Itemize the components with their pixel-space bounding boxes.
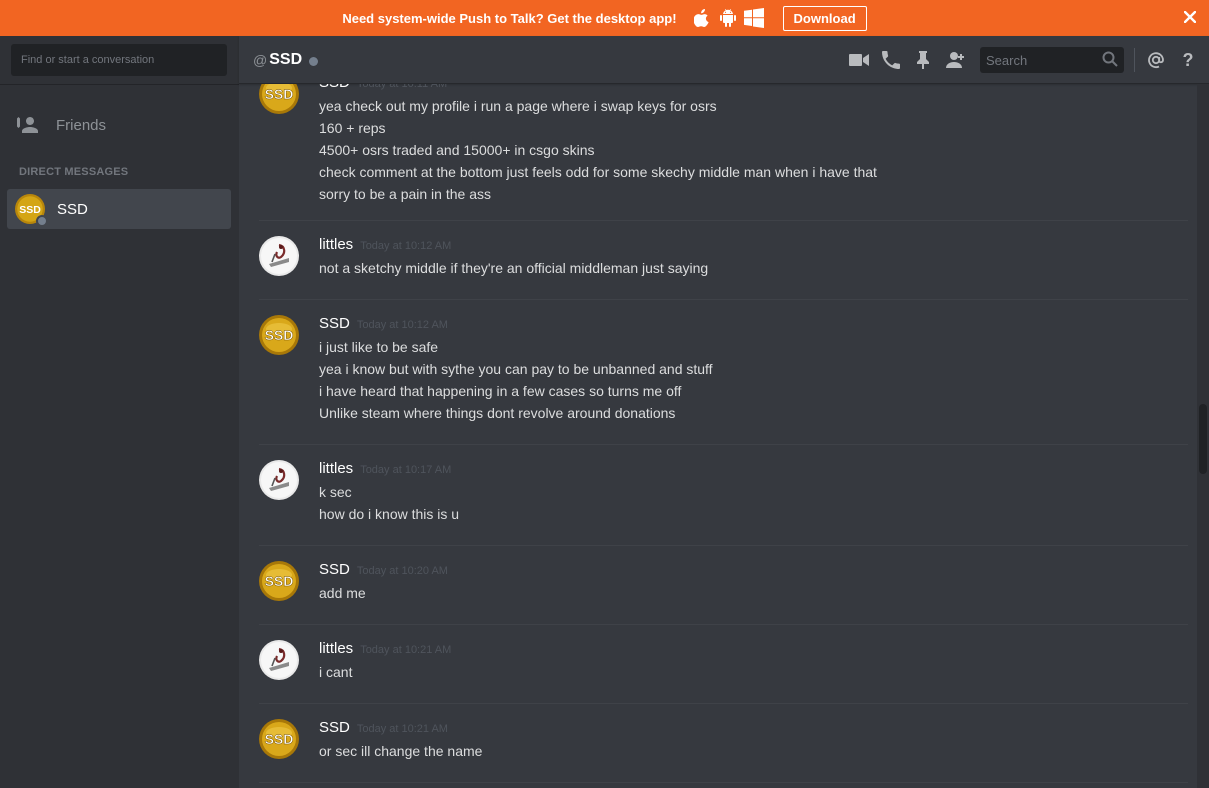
- message-divider: [259, 444, 1188, 445]
- message-divider: [259, 220, 1188, 221]
- message-text: add me: [319, 585, 366, 601]
- close-icon[interactable]: [1181, 8, 1199, 26]
- message-search-input[interactable]: Search: [980, 47, 1124, 73]
- toolbar-separator: [1134, 48, 1135, 72]
- message-text: sorry to be a pain in the ass: [319, 186, 491, 202]
- discord-app: Need system-wide Push to Talk? Get the d…: [0, 0, 1209, 788]
- at-icon: @: [253, 51, 268, 68]
- channel-header: @ SSD Search ?: [239, 36, 1209, 84]
- scrollbar-thumb[interactable]: [1199, 404, 1207, 474]
- video-call-icon[interactable]: [848, 49, 870, 71]
- message-text: k sec: [319, 484, 352, 500]
- avatar[interactable]: [259, 640, 299, 680]
- avatar[interactable]: SSD: [259, 561, 299, 601]
- message-divider: [259, 299, 1188, 300]
- direct-messages-header: DIRECT MESSAGES: [19, 166, 129, 178]
- message-timestamp: Today at 10:21 AM: [360, 644, 452, 656]
- dm-item-ssd[interactable]: SSD SSD: [7, 189, 231, 229]
- message-author[interactable]: SSD: [319, 84, 350, 91]
- message-divider: [259, 703, 1188, 704]
- message-author[interactable]: littles: [319, 460, 353, 477]
- message-text: i cant: [319, 664, 353, 680]
- message-text: yea check out my profile i run a page wh…: [319, 98, 717, 114]
- message-text: 4500+ osrs traded and 15000+ in csgo ski…: [319, 142, 595, 158]
- avatar: SSD: [15, 194, 48, 227]
- conversation-search-input[interactable]: Find or start a conversation: [11, 44, 227, 76]
- help-icon[interactable]: ?: [1177, 49, 1199, 71]
- message-meta: littles Today at 10:17 AM: [319, 460, 451, 477]
- message-lines: not a sketchy middle if they're an offic…: [319, 257, 708, 279]
- message-meta: SSD Today at 10:21 AM: [319, 719, 448, 736]
- message-author[interactable]: SSD: [319, 315, 350, 332]
- svg-text:SSD: SSD: [265, 86, 294, 102]
- dm-item-name: SSD: [57, 200, 88, 218]
- status-dot: [309, 57, 319, 66]
- message-lines: i just like to be safe yea i know but wit…: [319, 336, 713, 424]
- avatar[interactable]: [259, 236, 299, 276]
- windows-icon[interactable]: [743, 7, 765, 29]
- avatar[interactable]: SSD: [259, 315, 299, 355]
- friends-icon: [16, 113, 40, 137]
- sidebar-divider: [0, 84, 239, 85]
- apple-icon[interactable]: [691, 7, 713, 29]
- message-meta: littles Today at 10:12 AM: [319, 236, 451, 253]
- message-text: 160 + reps: [319, 120, 386, 136]
- message-text: how do i know this is u: [319, 506, 460, 522]
- svg-text:SSD: SSD: [265, 731, 294, 747]
- mentions-icon[interactable]: [1145, 49, 1167, 71]
- avatar[interactable]: SSD: [259, 84, 299, 114]
- message-meta: SSD Today at 10:12 AM: [319, 315, 448, 332]
- message-author[interactable]: SSD: [319, 561, 350, 578]
- message-timestamp: Today at 10:17 AM: [360, 464, 452, 476]
- message-meta: SSD Today at 10:11 AM: [319, 84, 447, 91]
- message-meta: littles Today at 10:21 AM: [319, 640, 451, 657]
- search-icon: [1102, 51, 1118, 70]
- message-timestamp: Today at 10:21 AM: [356, 723, 448, 735]
- message-lines: add me: [319, 582, 366, 604]
- message-timestamp: Today at 10:20 AM: [356, 565, 448, 577]
- status-dot: [36, 215, 48, 227]
- message-text: i have heard that happening in a few cas…: [319, 383, 682, 399]
- dm-sidebar: Find or start a conversation Friends DIR…: [0, 36, 239, 788]
- message-text: check comment at the bottom just feels o…: [319, 164, 877, 180]
- message-timestamp: Today at 10:11 AM: [356, 84, 448, 90]
- message-text: or sec ill change the name: [319, 743, 483, 759]
- message-lines: or sec ill change the name: [319, 740, 482, 762]
- header-toolbar: Search ?: [848, 36, 1209, 84]
- message-divider: [259, 782, 1188, 783]
- message-lines: yea check out my profile i run a page wh…: [319, 95, 877, 205]
- message-author[interactable]: SSD: [319, 719, 350, 736]
- message-text: not a sketchy middle if they're an offic…: [319, 260, 709, 276]
- message-author[interactable]: littles: [319, 640, 353, 657]
- message-text: Unlike steam where things dont revolve a…: [319, 405, 676, 421]
- notice-text: Need system-wide Push to Talk? Get the d…: [342, 10, 677, 26]
- desktop-app-notice: Need system-wide Push to Talk? Get the d…: [0, 0, 1209, 36]
- message-text: i just like to be safe: [319, 339, 439, 355]
- message-timestamp: Today at 10:12 AM: [356, 319, 448, 331]
- message-divider: [259, 545, 1188, 546]
- message-author[interactable]: littles: [319, 236, 353, 253]
- search-placeholder: Search: [986, 52, 1028, 68]
- download-button[interactable]: Download: [782, 5, 867, 31]
- avatar[interactable]: SSD: [259, 719, 299, 759]
- message-list: SSD SSD Today at 10:11 AM yea check out my …: [239, 84, 1197, 788]
- avatar[interactable]: [259, 460, 299, 500]
- friends-label: Friends: [56, 116, 107, 134]
- message-text: yea i know but with sythe you can pay to…: [319, 361, 713, 377]
- channel-title: SSD: [269, 50, 303, 68]
- voice-call-icon[interactable]: [880, 49, 902, 71]
- android-icon[interactable]: [717, 7, 739, 29]
- message-meta: SSD Today at 10:20 AM: [319, 561, 448, 578]
- add-friend-icon[interactable]: [944, 49, 966, 71]
- help-glyph: ?: [1182, 49, 1194, 70]
- friends-nav-item[interactable]: Friends: [8, 107, 230, 143]
- svg-text:SSD: SSD: [265, 327, 294, 343]
- message-lines: i cant: [319, 661, 352, 683]
- message-lines: k sec how do i know this is u: [319, 481, 459, 525]
- message-timestamp: Today at 10:12 AM: [360, 240, 452, 252]
- svg-text:SSD: SSD: [265, 573, 294, 589]
- pin-icon[interactable]: [912, 49, 934, 71]
- message-divider: [259, 624, 1188, 625]
- avatar-text: SSD: [19, 204, 41, 216]
